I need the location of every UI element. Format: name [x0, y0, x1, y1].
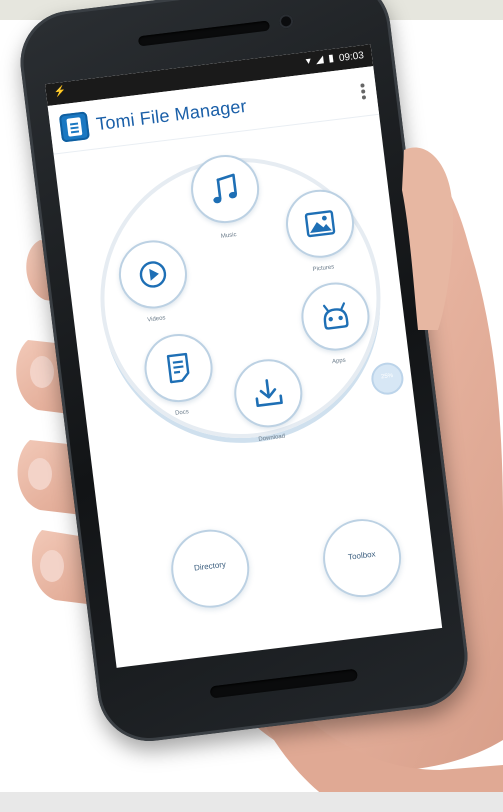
directory-label: Directory [193, 559, 227, 573]
image-icon [304, 210, 336, 238]
overflow-menu-icon[interactable] [359, 81, 367, 102]
bottom-border-strip [0, 792, 503, 812]
app-logo-icon [58, 111, 90, 143]
directory-button[interactable]: Directory [166, 525, 254, 613]
music-note-icon [213, 173, 238, 204]
document-icon [166, 352, 190, 384]
signal-icon: ◢ [315, 54, 325, 66]
wifi-icon: ▾ [305, 55, 312, 68]
status-time: 09:03 [338, 49, 365, 64]
usb-icon: ⚡ [53, 85, 68, 99]
app-title: Tomi File Manager [95, 95, 248, 135]
download-icon [255, 379, 283, 407]
battery-icon: ▮ [327, 52, 335, 65]
toolbox-label: Toolbox [347, 549, 377, 562]
android-icon [322, 302, 349, 330]
storage-usage-label: 25% [380, 372, 394, 381]
toolbox-button[interactable]: Toolbox [318, 514, 406, 602]
storage-usage-badge[interactable]: 25% [369, 360, 406, 397]
play-icon [139, 261, 167, 288]
